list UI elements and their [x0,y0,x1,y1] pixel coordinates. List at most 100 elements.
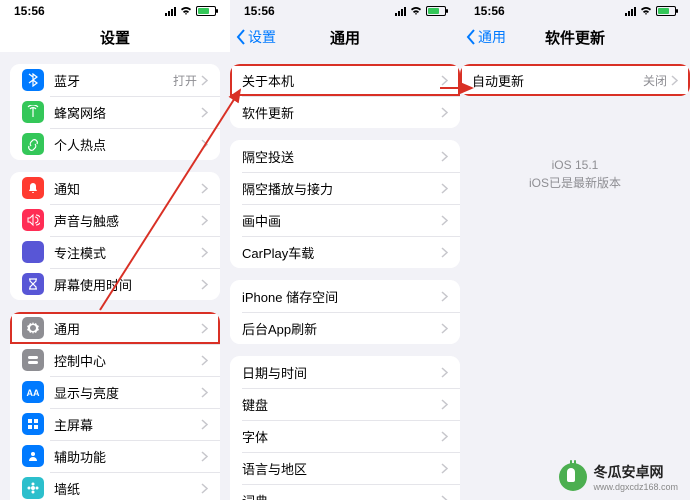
phone-software-update: 15:56 通用 软件更新 自动更新 关闭 iO [460,0,690,500]
row-value: 关闭 [643,72,667,89]
chevron-right-icon [201,107,208,118]
row-notifications[interactable]: 通知 [10,172,220,204]
status-indicators [165,6,216,16]
chevron-right-icon [201,323,208,334]
back-label: 通用 [478,27,506,47]
row-label: 词典 [242,491,441,500]
chevron-right-icon [441,323,448,334]
row-label: 语言与地区 [242,459,441,478]
row-value: 打开 [173,72,197,89]
chevron-right-icon [441,215,448,226]
person-icon [22,445,44,467]
chevron-right-icon [201,483,208,494]
back-button[interactable]: 通用 [466,27,506,47]
chevron-right-icon [441,183,448,194]
bell-icon [22,177,44,199]
row-cellular[interactable]: 蜂窝网络 [10,96,220,128]
row-homescreen[interactable]: 主屏幕 [10,408,220,440]
chevron-right-icon [201,279,208,290]
status-bar: 15:56 [0,0,230,22]
row-wallpaper[interactable]: 墙纸 [10,472,220,500]
row-auto-update[interactable]: 自动更新 关闭 [460,64,690,96]
row-label: 字体 [242,427,441,446]
row-sounds[interactable]: 声音与触感 [10,204,220,236]
row-date[interactable]: 日期与时间 [230,356,460,388]
page-title: 设置 [100,27,130,48]
row-screentime[interactable]: 屏幕使用时间 [10,268,220,300]
row-controlcenter[interactable]: 控制中心 [10,344,220,376]
svg-text:AA: AA [27,388,40,398]
row-label: 自动更新 [472,71,643,90]
row-label: 后台App刷新 [242,319,441,338]
link-icon [22,133,44,155]
nav-bar: 设置 通用 [230,22,460,52]
gear-icon [22,317,44,339]
row-label: 蜂窝网络 [54,103,201,122]
watermark-icon [559,463,587,491]
row-airplay[interactable]: 隔空播放与接力 [230,172,460,204]
watermark-url: www.dgxcdz168.com [593,482,678,492]
row-carplay[interactable]: CarPlay车载 [230,236,460,268]
row-keyboard[interactable]: 键盘 [230,388,460,420]
chevron-right-icon [441,247,448,258]
flower-icon [22,477,44,499]
row-hotspot[interactable]: 个人热点 [10,128,220,160]
chevron-right-icon [201,419,208,430]
aa-icon: AA [22,381,44,403]
chevron-right-icon [441,431,448,442]
chevron-left-icon [466,29,476,45]
chevron-right-icon [201,183,208,194]
status-time: 15:56 [14,4,45,18]
chevron-right-icon [441,291,448,302]
row-bluetooth[interactable]: 蓝牙打开 [10,64,220,96]
row-label: 显示与亮度 [54,383,201,402]
battery-icon [426,6,446,16]
row-label: 画中画 [242,211,441,230]
row-accessibility[interactable]: 辅助功能 [10,440,220,472]
row-update[interactable]: 软件更新 [230,96,460,128]
row-label: 声音与触感 [54,211,201,230]
row-airdrop[interactable]: 隔空投送 [230,140,460,172]
speaker-icon [22,209,44,231]
row-fonts[interactable]: 字体 [230,420,460,452]
moon-icon [22,241,44,263]
switches-icon [22,349,44,371]
battery-icon [656,6,676,16]
back-label: 设置 [248,27,276,47]
row-language[interactable]: 语言与地区 [230,452,460,484]
chevron-right-icon [441,399,448,410]
chevron-right-icon [201,355,208,366]
row-label: 屏幕使用时间 [54,275,201,294]
nav-bar: 设置 [0,22,230,52]
row-label: 键盘 [242,395,441,414]
row-dictionary[interactable]: 词典 [230,484,460,500]
status-bar: 15:56 [460,0,690,22]
chevron-right-icon [441,495,448,500]
signal-icon [625,7,636,16]
phone-settings: 15:56 设置 蓝牙打开蜂窝网络个人热点通知声音与触感专注模式屏幕使用时间通用… [0,0,230,500]
status-time: 15:56 [474,4,505,18]
back-button[interactable]: 设置 [236,27,276,47]
row-focus[interactable]: 专注模式 [10,236,220,268]
version-number: iOS 15.1 [460,156,690,174]
row-label: 控制中心 [54,351,201,370]
version-status: iOS已是最新版本 [460,174,690,192]
chevron-right-icon [201,247,208,258]
chevron-left-icon [236,29,246,45]
version-info: iOS 15.1 iOS已是最新版本 [460,156,690,192]
row-bgrefresh[interactable]: 后台App刷新 [230,312,460,344]
grid-icon [22,413,44,435]
row-display[interactable]: AA 显示与亮度 [10,376,220,408]
row-label: 专注模式 [54,243,201,262]
chevron-right-icon [201,139,208,150]
chevron-right-icon [441,463,448,474]
row-pip[interactable]: 画中画 [230,204,460,236]
row-label: 软件更新 [242,103,441,122]
row-label: 通用 [54,319,201,338]
row-about[interactable]: 关于本机 [230,64,460,96]
row-label: 辅助功能 [54,447,201,466]
row-label: 蓝牙 [54,71,173,90]
row-general[interactable]: 通用 [10,312,220,344]
row-storage[interactable]: iPhone 储存空间 [230,280,460,312]
row-label: 通知 [54,179,201,198]
